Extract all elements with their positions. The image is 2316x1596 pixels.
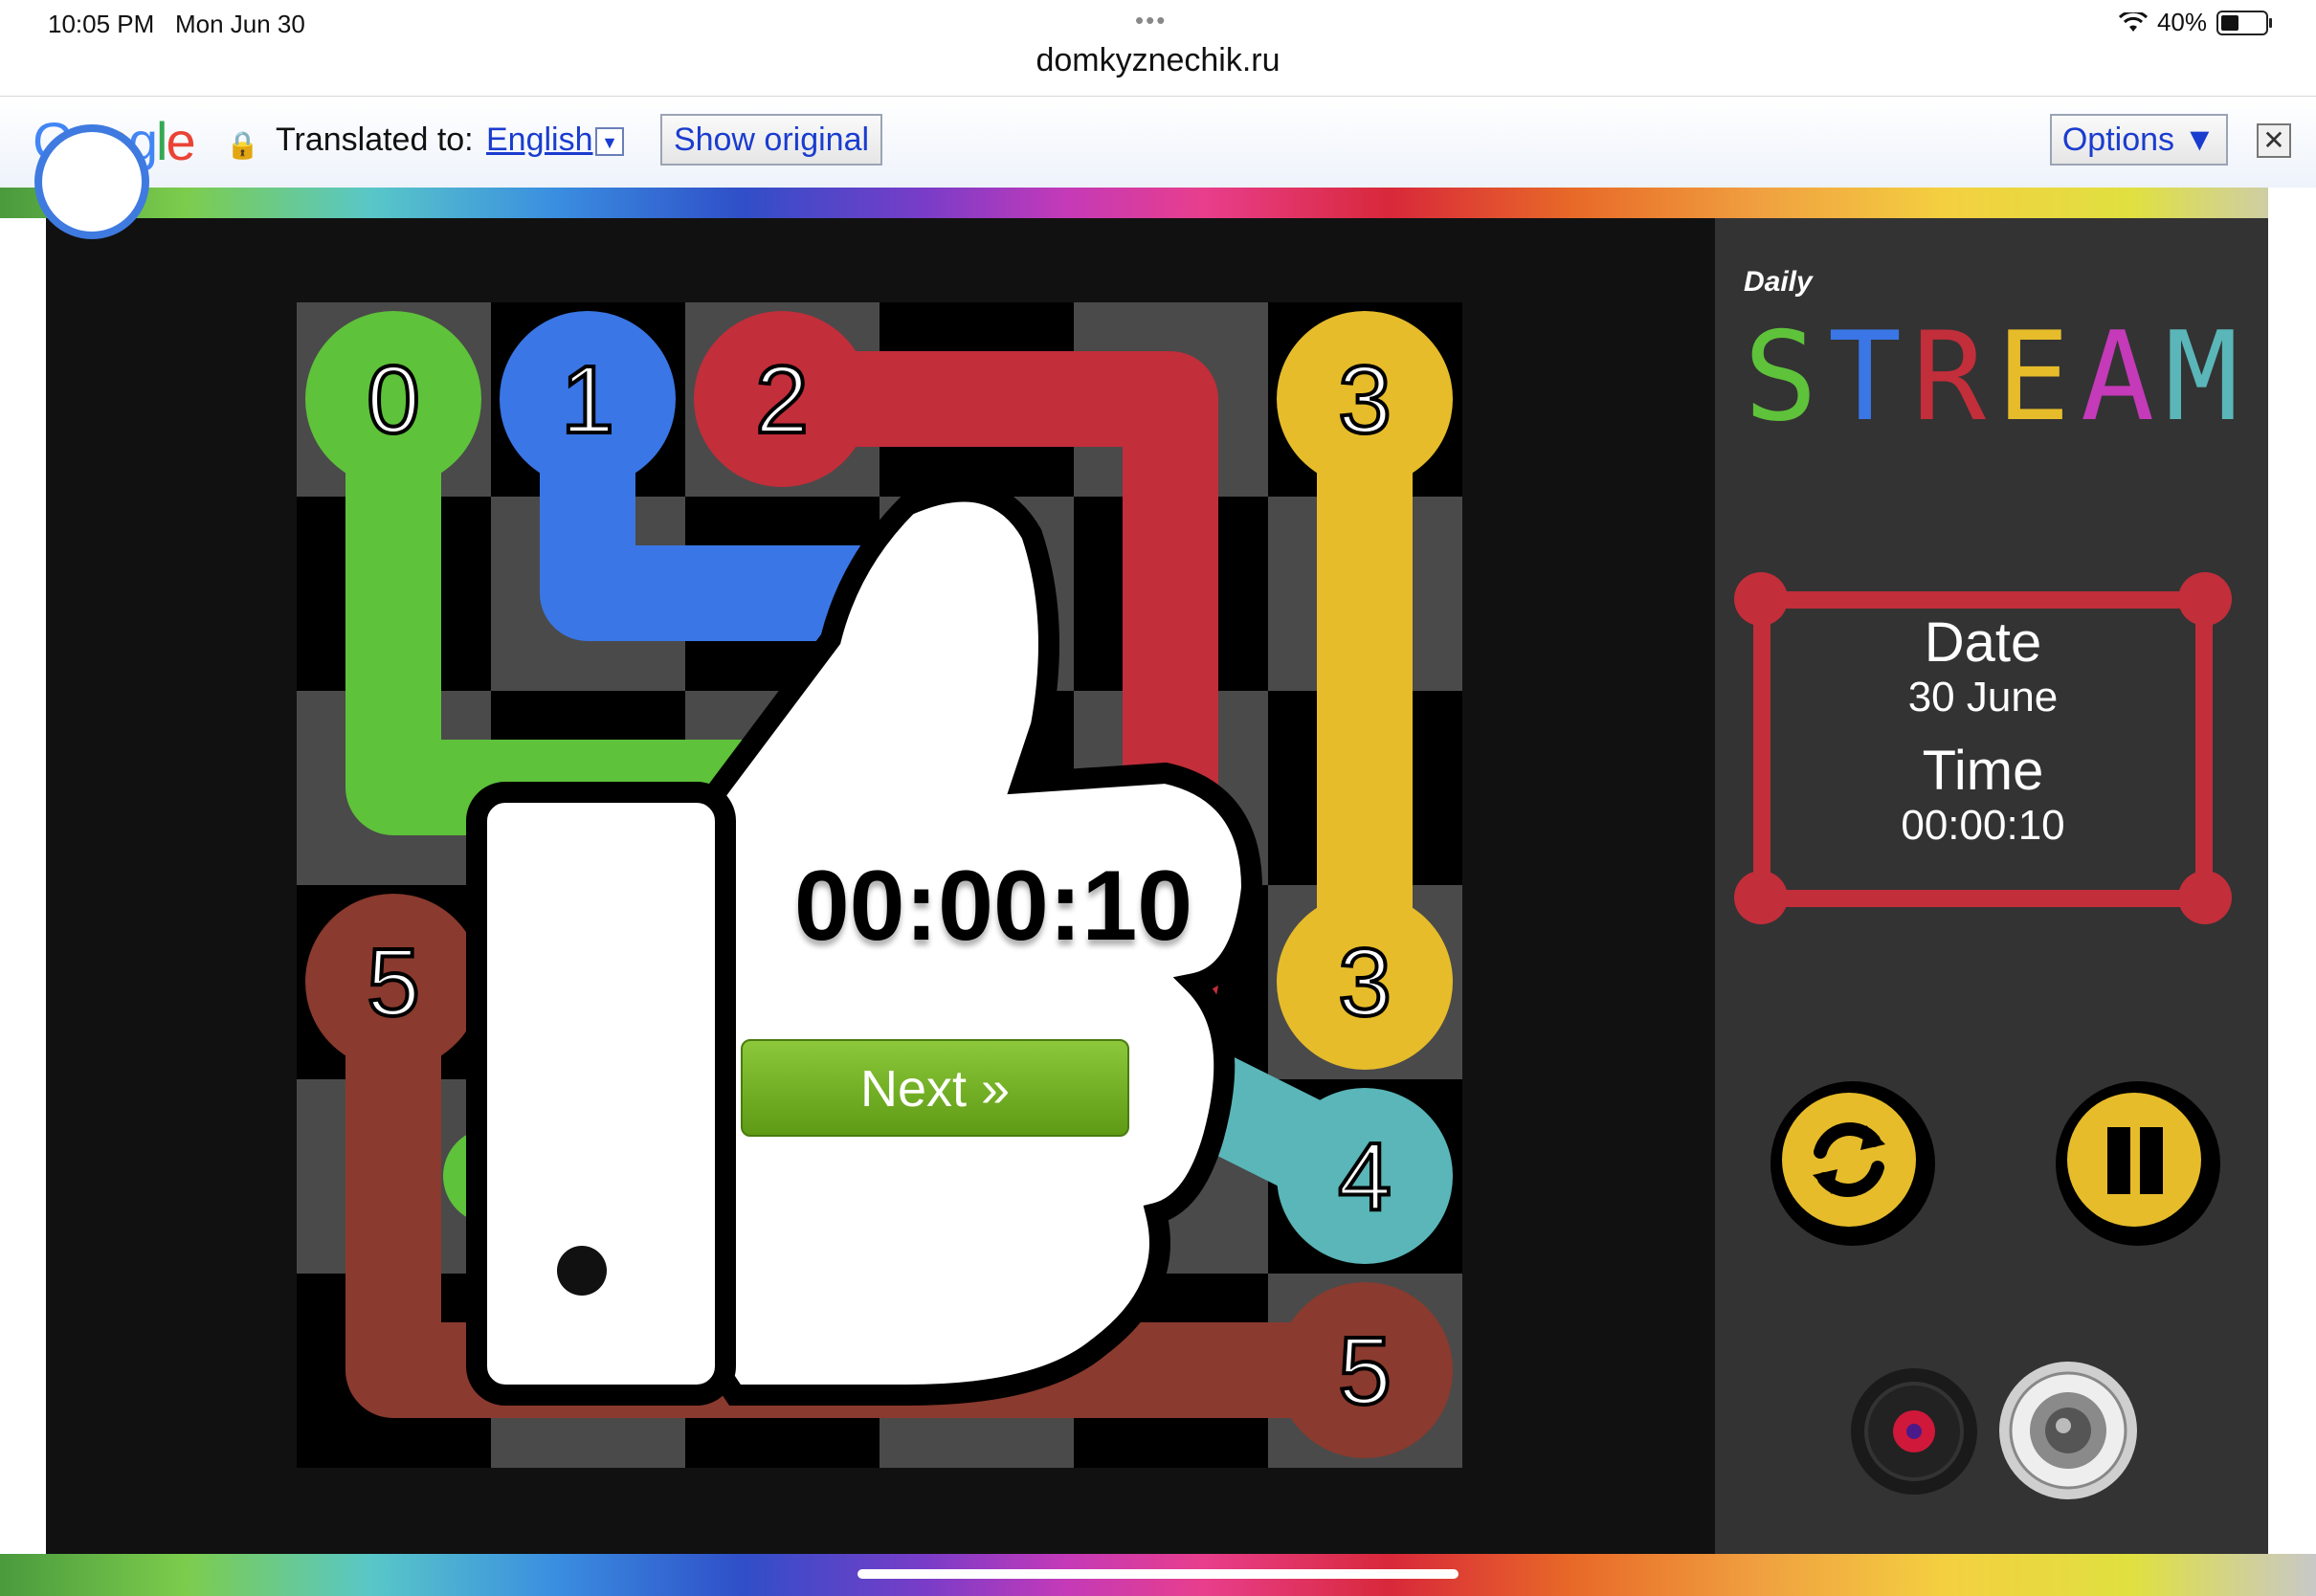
- logo-letter: E: [1996, 306, 2070, 438]
- page-margin-right: [2268, 188, 2316, 1596]
- translate-bar: Google 🔒 Translated to: English ▼ Show o…: [0, 96, 2316, 189]
- thumb-cuff: [466, 782, 736, 1406]
- pause-button[interactable]: [2052, 1077, 2224, 1250]
- endpoint-red: 2: [694, 311, 870, 487]
- endpoint-yellow: 3: [1277, 311, 1453, 487]
- status-time: 10:05 PM Mon Jun 30: [48, 10, 305, 38]
- endpoint-number: 3: [1338, 346, 1392, 454]
- time-value: 00:00:10: [1901, 802, 2065, 849]
- multitask-dots[interactable]: •••: [1135, 6, 1167, 35]
- endpoint-brown: 5: [1277, 1282, 1453, 1458]
- logo-letter: S: [1744, 306, 1817, 438]
- endpoint-brown: 5: [305, 894, 481, 1070]
- sound-button[interactable]: [1996, 1359, 2140, 1502]
- endpoint-number: 3: [1338, 929, 1392, 1036]
- endpoint-number: 2: [755, 346, 809, 454]
- home-indicator[interactable]: [857, 1569, 1459, 1579]
- endpoint-number: 4: [1338, 1123, 1392, 1230]
- translated-to-label: Translated to:: [276, 122, 474, 158]
- close-translate-button[interactable]: ✕: [2257, 123, 2291, 158]
- endpoint-number: 1: [561, 346, 614, 454]
- logo-letter: A: [2081, 306, 2154, 438]
- language-dropdown-icon[interactable]: ▼: [595, 127, 624, 156]
- status-right: 40%: [2118, 8, 2272, 37]
- title-daily: Daily: [1744, 266, 1813, 298]
- cuff-button: [557, 1246, 607, 1296]
- endpoint-number: 0: [367, 346, 420, 454]
- wifi-icon: [2118, 11, 2148, 32]
- endpoint-teal: 4: [1277, 1088, 1453, 1264]
- endpoint-blue: 1: [500, 311, 676, 487]
- time-label: Time: [1922, 740, 2044, 802]
- restart-button[interactable]: [1767, 1077, 1939, 1250]
- show-original-button[interactable]: Show original: [660, 114, 882, 166]
- endpoint-number: 5: [1338, 1318, 1392, 1425]
- options-button[interactable]: Options ▼: [2050, 114, 2228, 166]
- chat-icon[interactable]: [34, 124, 149, 239]
- logo-letter: T: [1828, 306, 1902, 438]
- date-label: Date: [1924, 611, 2042, 674]
- status-bar: 10:05 PM Mon Jun 30 ••• 40% domkyznechik…: [0, 0, 2316, 96]
- battery-icon: [2216, 10, 2272, 35]
- side-panel: Daily STREAM Date 30 June Time 00:00:10: [1715, 218, 2268, 1554]
- rainbow-border-top: [0, 188, 2316, 218]
- game-area: 0 1 2 3 3 5 4 5 00:00:10 Next »: [46, 218, 1715, 1554]
- address-bar[interactable]: domkyznechik.ru: [0, 42, 2316, 79]
- endpoint-green: 0: [305, 311, 481, 487]
- endpoint-yellow: 3: [1277, 894, 1453, 1070]
- next-button[interactable]: Next »: [741, 1039, 1129, 1137]
- battery-percent: 40%: [2156, 8, 2207, 36]
- endpoint-number: 5: [367, 929, 420, 1036]
- lock-icon: 🔒: [226, 130, 259, 160]
- overlay-timer: 00:00:10: [793, 851, 1193, 962]
- logo-letter: M: [2165, 306, 2238, 438]
- logo-letter: R: [1912, 306, 1987, 438]
- title-logo: STREAM: [1744, 306, 2238, 438]
- date-value: 30 June: [1907, 674, 2059, 720]
- record-button[interactable]: [1847, 1364, 1981, 1498]
- language-link[interactable]: English: [486, 122, 593, 159]
